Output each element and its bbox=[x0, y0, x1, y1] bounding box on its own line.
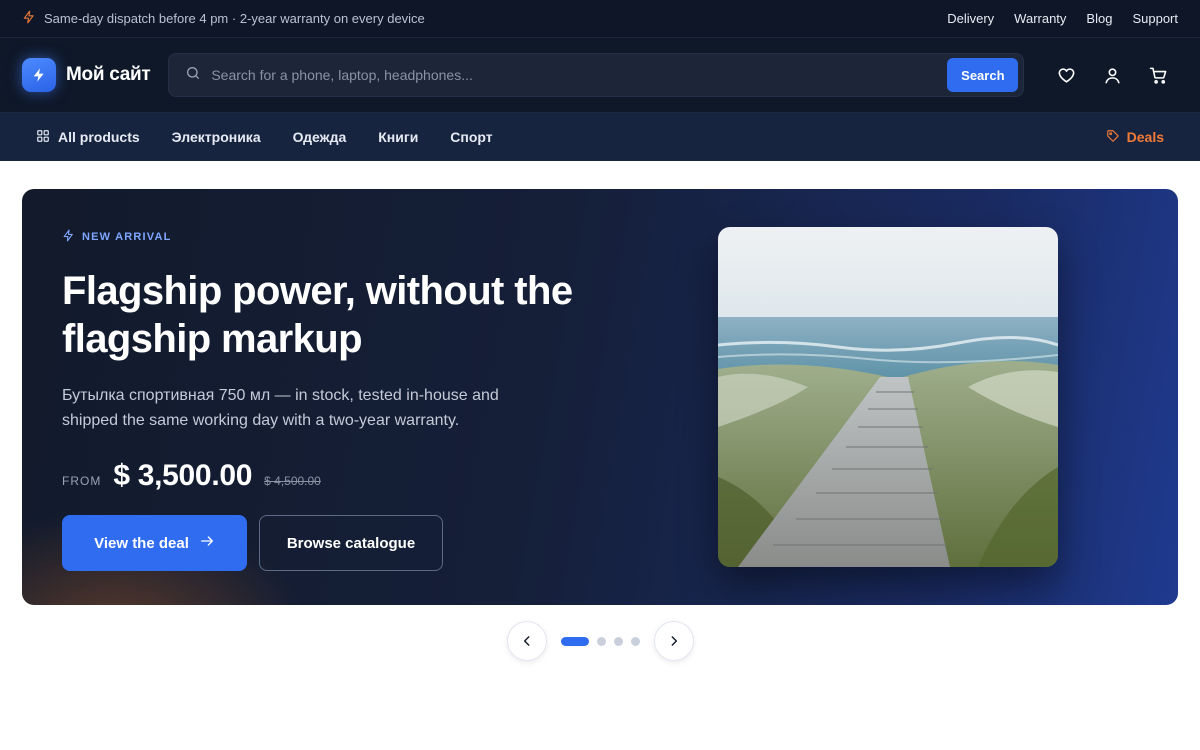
chevron-right-icon bbox=[671, 636, 677, 646]
announcement-bar: Same-day dispatch before 4 pm · 2-year w… bbox=[0, 0, 1200, 38]
utility-links: Delivery Warranty Blog Support bbox=[947, 11, 1178, 26]
boardwalk-beach-photo bbox=[718, 227, 1058, 567]
user-icon[interactable] bbox=[1100, 63, 1124, 87]
carousel-prev-button[interactable] bbox=[506, 621, 547, 661]
grid-icon bbox=[36, 129, 50, 146]
heart-icon[interactable] bbox=[1054, 63, 1078, 87]
bolt-icon bbox=[22, 10, 36, 27]
carousel-dot-1[interactable] bbox=[560, 636, 589, 646]
carousel-dots bbox=[560, 636, 640, 646]
hero-banner: NEW ARRIVAL Flagship power, without the … bbox=[22, 189, 1178, 605]
hero-eyebrow-label: NEW ARRIVAL bbox=[82, 231, 172, 243]
warranty-link[interactable]: Warranty bbox=[1014, 11, 1066, 26]
search-bar: Search bbox=[168, 53, 1025, 97]
hero-title: Flagship power, without the flagship mar… bbox=[62, 269, 573, 361]
announcement-text: Same-day dispatch before 4 pm · 2-year w… bbox=[44, 11, 425, 26]
nav-deals-label: Deals bbox=[1126, 129, 1164, 145]
chevron-left-icon bbox=[523, 636, 529, 646]
cart-icon[interactable] bbox=[1146, 63, 1170, 87]
view-deal-button[interactable]: View the deal bbox=[62, 515, 247, 571]
hero-eyebrow: NEW ARRIVAL bbox=[62, 229, 622, 245]
delivery-link[interactable]: Delivery bbox=[947, 11, 994, 26]
price-block: FROM $ 3,500.00 $ 4,500.00 bbox=[62, 459, 622, 493]
nav-deals[interactable]: Deals bbox=[1106, 129, 1164, 146]
browse-catalogue-button[interactable]: Browse catalogue bbox=[259, 515, 443, 571]
nav-item-books[interactable]: Книги bbox=[378, 129, 418, 145]
hero-description: Бутылка спортивная 750 мл — in stock, te… bbox=[62, 387, 499, 429]
support-link[interactable]: Support bbox=[1132, 11, 1178, 26]
header-actions bbox=[1054, 63, 1170, 87]
carousel-controls bbox=[0, 621, 1200, 661]
nav-item-electronics[interactable]: Электроника bbox=[172, 129, 261, 145]
search-icon bbox=[185, 65, 201, 86]
nav-all-products-label: All products bbox=[58, 129, 140, 145]
hero-product-image bbox=[718, 227, 1058, 567]
logo-text: Мой сайт bbox=[66, 64, 151, 85]
search-input[interactable] bbox=[201, 67, 948, 83]
carousel-dot-4[interactable] bbox=[630, 636, 640, 646]
carousel-dot-3[interactable] bbox=[613, 636, 623, 646]
logo-bolt-icon bbox=[22, 58, 56, 92]
nav-item-sport[interactable]: Спорт bbox=[450, 129, 492, 145]
blog-link[interactable]: Blog bbox=[1086, 11, 1112, 26]
site-header: Мой сайт Search bbox=[0, 38, 1200, 113]
search-button[interactable]: Search bbox=[947, 58, 1019, 92]
arrow-right-icon bbox=[199, 533, 215, 553]
category-nav: All products Электроника Одежда Книги Сп… bbox=[0, 113, 1200, 161]
current-price: $ 3,500.00 bbox=[113, 459, 253, 492]
hero-content: NEW ARRIVAL Flagship power, without the … bbox=[62, 229, 622, 571]
carousel-dot-2[interactable] bbox=[596, 636, 606, 646]
view-deal-label: View the deal bbox=[94, 534, 189, 552]
price-from-label: FROM bbox=[62, 474, 102, 488]
nav-all-products[interactable]: All products bbox=[36, 129, 140, 146]
logo[interactable]: Мой сайт bbox=[22, 58, 151, 92]
old-price: $ 4,500.00 bbox=[264, 474, 321, 488]
announcement: Same-day dispatch before 4 pm · 2-year w… bbox=[22, 10, 425, 27]
tag-icon bbox=[1106, 129, 1120, 146]
carousel-next-button[interactable] bbox=[653, 621, 694, 661]
nav-item-clothing[interactable]: Одежда bbox=[293, 129, 347, 145]
bolt-icon bbox=[62, 229, 75, 245]
